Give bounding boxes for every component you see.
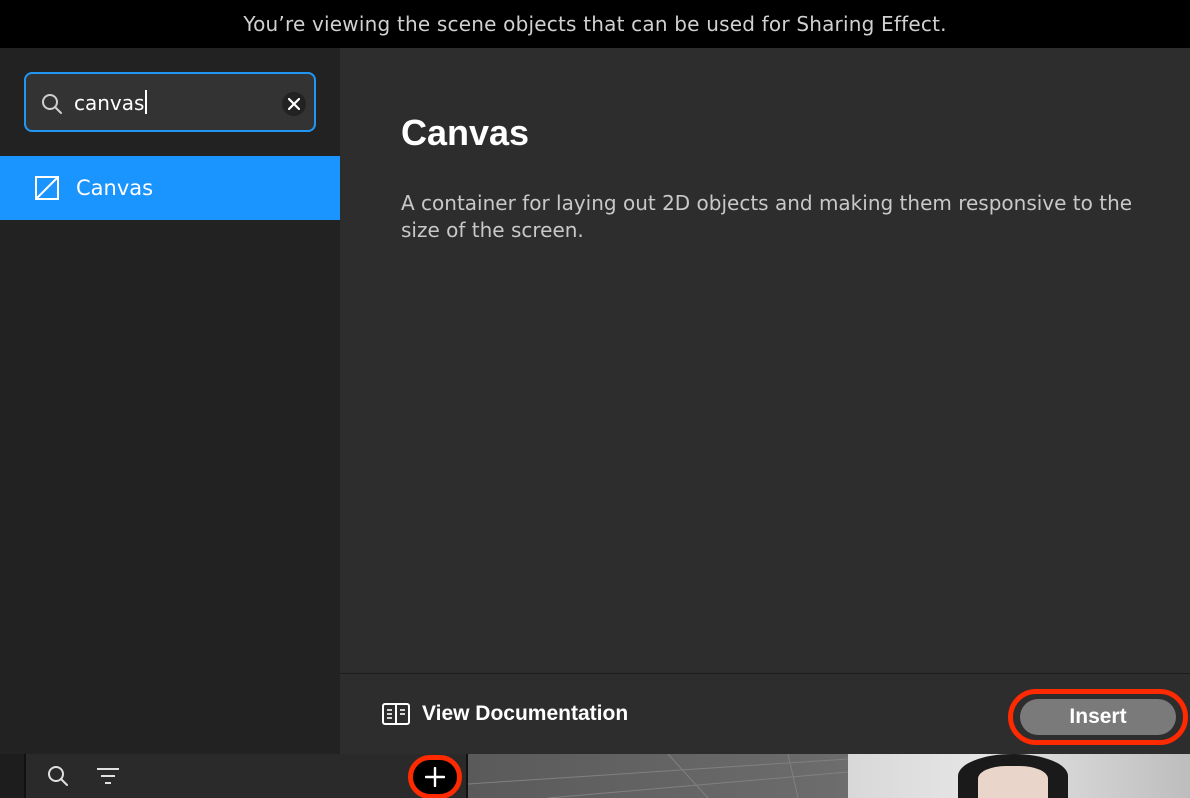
search-icon[interactable] [46, 764, 70, 788]
close-icon [288, 98, 300, 110]
result-item-canvas[interactable]: Canvas [0, 156, 340, 220]
detail-description: A container for laying out 2D objects an… [401, 191, 1133, 242]
view-documentation-label: View Documentation [422, 702, 629, 725]
scene-panel-toolbar [26, 754, 466, 798]
detail-footer: View Documentation Insert [340, 673, 1190, 754]
insert-button[interactable]: Insert [1020, 699, 1176, 735]
view-documentation-link[interactable]: View Documentation [382, 702, 628, 726]
insert-highlight: Insert [1008, 689, 1188, 745]
add-button[interactable] [408, 755, 462, 798]
search-input[interactable]: canvas [74, 89, 148, 117]
book-icon [382, 703, 410, 725]
text-caret [145, 90, 148, 114]
result-item-label: Canvas [76, 176, 154, 200]
add-icon [425, 767, 445, 787]
search-field[interactable]: canvas [24, 72, 316, 132]
detail-panel: Canvas A container for laying out 2D obj… [340, 48, 1190, 673]
detail-title: Canvas [401, 112, 530, 153]
banner-text: You’re viewing the scene objects that ca… [243, 12, 947, 36]
filter-icon[interactable] [96, 766, 120, 786]
top-banner: You’re viewing the scene objects that ca… [0, 0, 1190, 48]
scene-viewport[interactable] [468, 754, 1190, 798]
search-icon [42, 94, 62, 114]
sidebar: canvas Canvas [0, 48, 340, 754]
search-input-value: canvas [74, 91, 145, 115]
canvas-icon [35, 176, 59, 200]
bottom-toolbar [0, 754, 1190, 798]
clear-search-button[interactable] [282, 92, 306, 116]
preview-subject-face [978, 766, 1048, 798]
